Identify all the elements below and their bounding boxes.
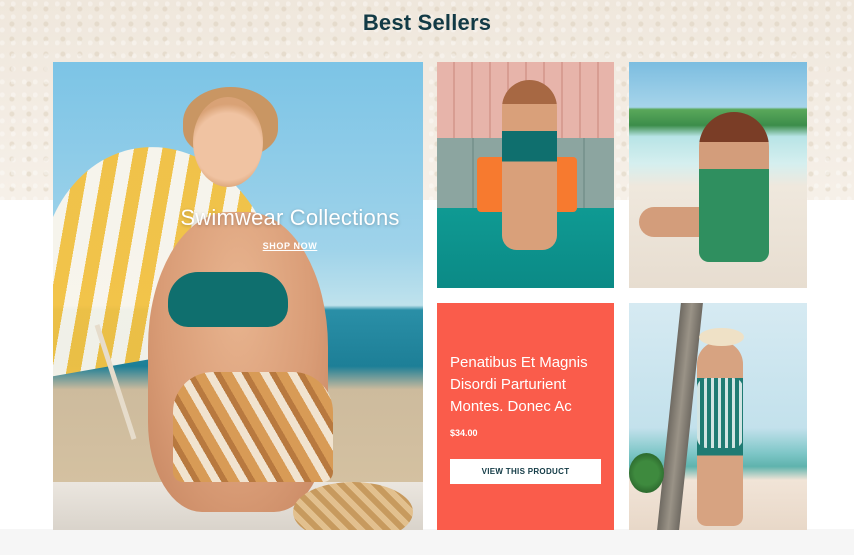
product-image-beach-dress[interactable] bbox=[629, 62, 807, 288]
model-image bbox=[699, 112, 769, 262]
product-image-pool[interactable] bbox=[437, 62, 614, 288]
striped-swimsuit-image bbox=[697, 378, 743, 448]
section-title: Best Sellers bbox=[362, 10, 492, 35]
hero-collection-tile[interactable] bbox=[53, 62, 423, 530]
background-bottom-band bbox=[0, 529, 854, 555]
bush-image bbox=[629, 453, 664, 493]
product-name[interactable]: Penatibus Et Magnis Disordi Parturient M… bbox=[450, 352, 610, 418]
model-image bbox=[502, 80, 557, 250]
product-price: $34.00 bbox=[450, 428, 478, 438]
shop-now-link[interactable]: SHOP NOW bbox=[263, 241, 318, 251]
view-product-button[interactable]: VIEW THIS PRODUCT bbox=[450, 459, 601, 484]
product-card: Penatibus Et Magnis Disordi Parturient M… bbox=[437, 303, 614, 530]
sun-hat-image bbox=[699, 328, 744, 346]
wrap-skirt-image bbox=[173, 372, 333, 482]
product-image-striped-swimsuit[interactable] bbox=[629, 303, 807, 530]
swim-top-image bbox=[168, 272, 288, 327]
model-head-image bbox=[193, 97, 263, 187]
